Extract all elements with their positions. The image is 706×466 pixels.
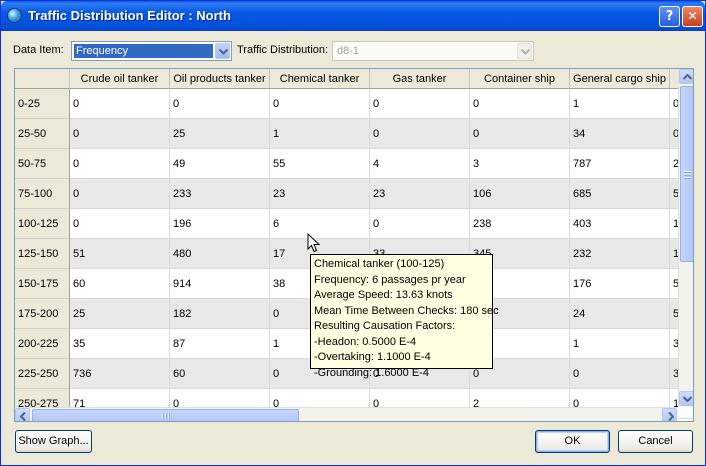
table-cell[interactable]: 106 — [470, 179, 570, 209]
table-cell[interactable]: 49 — [170, 149, 270, 179]
row-header[interactable]: 25-50 — [15, 119, 70, 149]
scroll-left-button[interactable] — [15, 408, 30, 421]
table-cell[interactable]: 403 — [570, 209, 670, 239]
table-cell[interactable]: 1 — [570, 329, 670, 359]
table-cell[interactable]: 0 — [470, 89, 570, 119]
table-cell[interactable]: 182 — [170, 299, 270, 329]
data-item-dropdown[interactable]: Frequency — [71, 41, 232, 61]
row-header[interactable]: 150-175 — [15, 269, 70, 299]
traffic-distribution-value: d8-1 — [337, 45, 360, 57]
table-cell[interactable]: 0 — [370, 119, 470, 149]
tooltip-line: -Grounding: 1.6000 E-4 — [314, 366, 429, 379]
horizontal-scroll-thumb[interactable] — [32, 409, 299, 421]
table-cell[interactable]: 24 — [570, 299, 670, 329]
close-button[interactable]: ✕ — [682, 6, 703, 27]
row-header[interactable]: 175-200 — [15, 299, 70, 329]
table-cell[interactable]: 0 — [70, 179, 170, 209]
table-cell[interactable]: 35 — [70, 329, 170, 359]
table-cell[interactable]: 23 — [370, 179, 470, 209]
table-cell[interactable]: 914 — [170, 269, 270, 299]
table-cell[interactable]: 51 — [70, 239, 170, 269]
row-header[interactable]: 200-225 — [15, 329, 70, 359]
show-graph-button[interactable]: Show Graph... — [15, 430, 92, 453]
traffic-distribution-editor-window: Traffic Distribution Editor : North ? ✕ … — [0, 0, 706, 466]
table-cell[interactable]: 0 — [70, 89, 170, 119]
chevron-down-icon[interactable] — [215, 43, 230, 59]
table-cell[interactable]: 0 — [70, 149, 170, 179]
table-cell[interactable]: 233 — [170, 179, 270, 209]
window-title: Traffic Distribution Editor : North — [28, 8, 231, 23]
column-header[interactable]: General cargo ship — [570, 69, 670, 89]
table-cell[interactable]: 0 — [70, 209, 170, 239]
tooltip-line: Frequency: 6 passages pr year — [314, 273, 466, 286]
table-cell[interactable]: 0 — [370, 89, 470, 119]
title-bar[interactable]: Traffic Distribution Editor : North ? ✕ — [1, 1, 705, 31]
tooltip-line: Average Speed: 13.63 knots — [314, 289, 453, 301]
column-header[interactable]: Container ship — [470, 69, 570, 89]
row-header[interactable]: 75-100 — [15, 179, 70, 209]
table-cell[interactable]: 87 — [170, 329, 270, 359]
table-cell[interactable]: 176 — [570, 269, 670, 299]
table-cell[interactable]: 0 — [70, 119, 170, 149]
table-cell[interactable]: 34 — [570, 119, 670, 149]
table-cell[interactable]: 23 — [270, 179, 370, 209]
table-cell[interactable]: 0 — [370, 209, 470, 239]
table-cell[interactable]: 685 — [570, 179, 670, 209]
table-cell[interactable]: 0 — [270, 89, 370, 119]
data-item-value: Frequency — [74, 44, 213, 58]
column-header[interactable]: Crude oil tanker — [70, 69, 170, 89]
data-item-label: Data Item: — [13, 44, 64, 56]
table-corner — [15, 69, 70, 89]
row-header[interactable]: 100-125 — [15, 209, 70, 239]
mouse-pointer-icon — [307, 233, 321, 253]
horizontal-scrollbar[interactable] — [15, 407, 678, 421]
table-cell[interactable]: 238 — [470, 209, 570, 239]
tooltip-line: -Overtaking: 1.1000 E-4 — [314, 351, 431, 363]
table-cell[interactable]: 25 — [170, 119, 270, 149]
vertical-scrollbar[interactable] — [678, 69, 693, 407]
tooltip-line: Resulting Causation Factors: — [314, 320, 456, 332]
scroll-right-button[interactable] — [662, 408, 677, 421]
chevron-down-icon[interactable] — [517, 43, 532, 59]
scroll-down-button[interactable] — [679, 391, 693, 406]
column-header[interactable]: Chemical tanker — [270, 69, 370, 89]
tooltip-line: -Headon: 0.5000 E-4 — [314, 335, 417, 348]
cancel-button[interactable]: Cancel — [618, 430, 693, 453]
table-cell[interactable]: 1 — [270, 119, 370, 149]
table-cell[interactable]: 480 — [170, 239, 270, 269]
row-header[interactable]: 125-150 — [15, 239, 70, 269]
table-cell[interactable]: 55 — [270, 149, 370, 179]
table-cell[interactable]: 787 — [570, 149, 670, 179]
column-header[interactable]: Gas tanker — [370, 69, 470, 89]
scroll-up-button[interactable] — [679, 69, 693, 84]
table-cell[interactable]: 4 — [370, 149, 470, 179]
globe-icon — [7, 8, 22, 23]
column-header[interactable]: Oil products tanker — [170, 69, 270, 89]
vertical-scroll-thumb[interactable] — [680, 86, 693, 262]
table-cell[interactable]: 25 — [70, 299, 170, 329]
table-cell[interactable]: 3 — [470, 149, 570, 179]
table-cell[interactable]: 196 — [170, 209, 270, 239]
tooltip-line: Chemical tanker (100-125) — [314, 258, 445, 270]
table-cell[interactable]: 232 — [570, 239, 670, 269]
table-cell[interactable]: 736 — [70, 359, 170, 389]
table-cell[interactable]: 60 — [70, 269, 170, 299]
cell-tooltip: Chemical tanker (100-125) Frequency: 6 pa… — [310, 254, 499, 379]
table-cell[interactable]: 0 — [570, 359, 670, 389]
traffic-distribution-label: Traffic Distribution: — [237, 44, 329, 56]
help-button[interactable]: ? — [659, 6, 680, 27]
traffic-distribution-dropdown[interactable]: d8-1 — [332, 41, 534, 61]
tooltip-line: Mean Time Between Checks: 180 sec — [314, 304, 499, 317]
table-cell[interactable]: 1 — [570, 89, 670, 119]
row-header[interactable]: 50-75 — [15, 149, 70, 179]
row-header[interactable]: 0-25 — [15, 89, 70, 119]
ok-button[interactable]: OK — [535, 430, 610, 453]
table-cell[interactable]: 60 — [170, 359, 270, 389]
row-header[interactable]: 225-250 — [15, 359, 70, 389]
table-cell[interactable]: 0 — [470, 119, 570, 149]
table-cell[interactable]: 0 — [170, 89, 270, 119]
